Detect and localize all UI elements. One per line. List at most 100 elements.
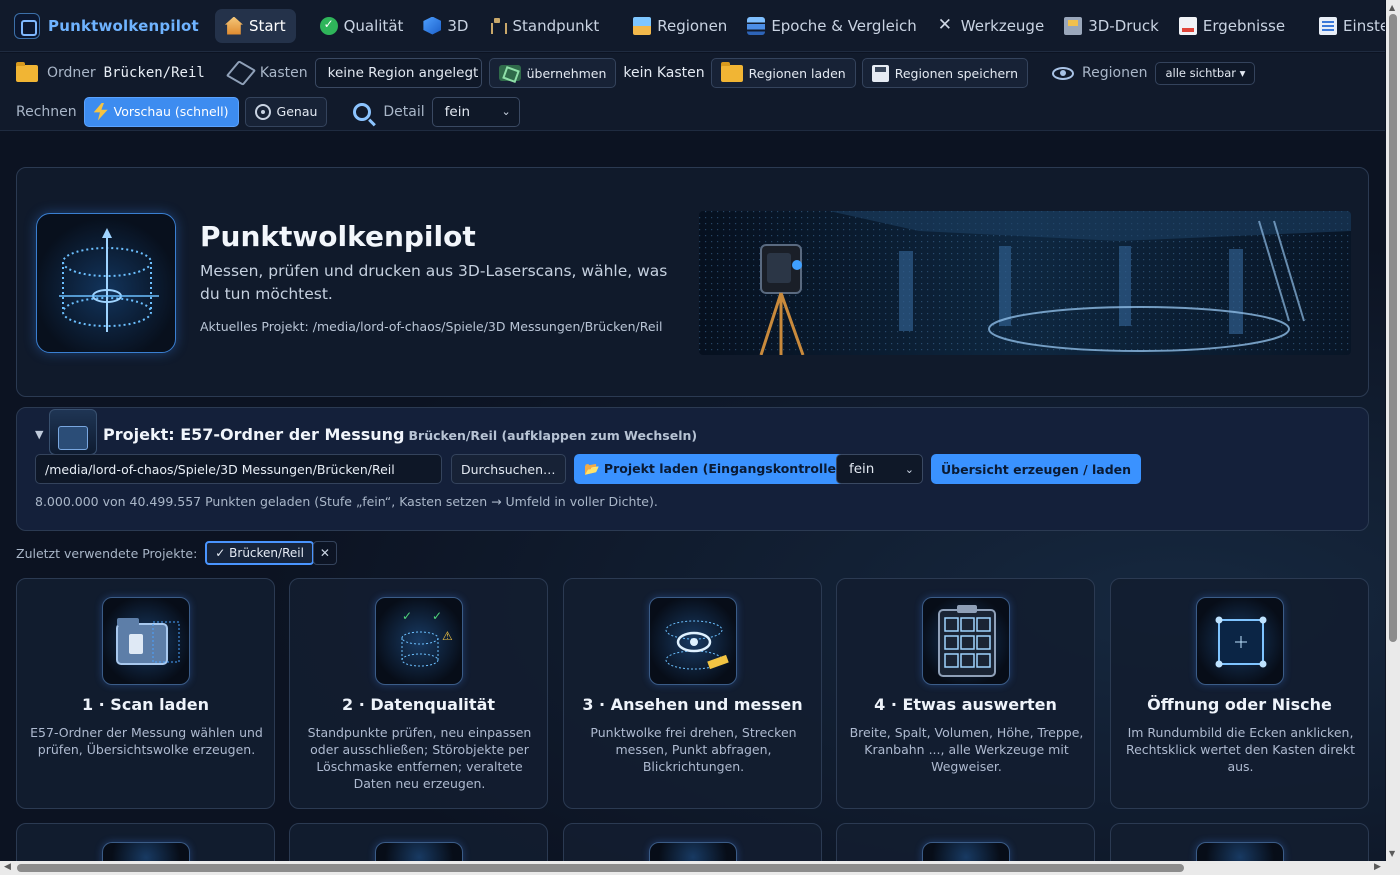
nav-start[interactable]: Start [214, 8, 296, 43]
folder-icon [16, 61, 38, 82]
uebernehmen-label: übernehmen [526, 65, 607, 81]
laser-scanner-hall-illustration [699, 211, 1351, 355]
card-text: E57-Ordner der Messung wählen und prüfen… [30, 725, 263, 757]
visibility-select[interactable]: alle sichtbar ▾ [1155, 61, 1256, 85]
eye-icon [1052, 66, 1075, 80]
layers-icon [747, 16, 766, 35]
remove-recent-icon[interactable]: ✕ [312, 541, 337, 565]
browse-button[interactable]: Durchsuchen… [451, 454, 566, 484]
card-auswerten[interactable]: 4 · Etwas auswerten Breite, Spalt, Volum… [836, 578, 1095, 809]
card-datenqualitaet[interactable]: ✓ ✓ ⚠ 2 · Datenqualität Standpunkte prüf… [289, 578, 548, 809]
project-subtitle: Brücken/Reil (aufklappen zum Wechseln) [408, 428, 698, 443]
recent-project-chip[interactable]: ✓ Brücken/Reil [205, 541, 314, 565]
nav-label: Einstellungen [1343, 16, 1385, 35]
vertical-scrollbar[interactable]: ▲ ▼ [1386, 0, 1400, 861]
opening-icon [1196, 597, 1284, 685]
nav-label: Qualität [343, 16, 404, 35]
nav-3d-druck[interactable]: 3D-Druck [1054, 9, 1169, 43]
nav-label: Start [248, 16, 286, 35]
load-project-button[interactable]: 📂 Projekt laden (Eingangskontrolle) [574, 454, 852, 484]
card-icon [102, 842, 190, 861]
card-text: Im Rundumbild die Ecken anklicken, Recht… [1125, 725, 1356, 774]
ordner-value: Brücken/Reil [103, 65, 205, 81]
detail-label: Detail [383, 103, 425, 120]
hero-panel: Punktwolkenpilot Messen, prüfen und druc… [16, 167, 1369, 397]
horizontal-scroll-thumb[interactable] [17, 864, 1184, 872]
project-panel-header[interactable]: Projekt: E57-Ordner der Messung Brücken/R… [103, 425, 697, 444]
quality-icon: ✓ ✓ ⚠ [375, 597, 463, 685]
uebernehmen-button[interactable]: übernehmen [488, 58, 617, 88]
svg-text:✓: ✓ [432, 609, 442, 623]
nav-epoche-vergleich[interactable]: Epoche & Vergleich [737, 9, 926, 43]
card-row2[interactable] [16, 823, 275, 861]
nav-werkzeuge[interactable]: Werkzeuge [927, 9, 1054, 43]
overview-label: Übersicht erzeugen / laden [941, 461, 1132, 477]
genau-button[interactable]: Genau [244, 96, 328, 127]
card-text: Standpunkte prüfen, neu einpassen oder a… [307, 725, 532, 791]
regionen-speichern-label: Regionen speichern [894, 65, 1019, 81]
card-icon [922, 842, 1010, 861]
card-row2[interactable] [289, 823, 548, 861]
lightning-icon [93, 102, 108, 121]
card-text: Punktwolke frei drehen, Strecken messen,… [590, 725, 797, 774]
nav-label: Werkzeuge [960, 16, 1045, 35]
scroll-right-icon[interactable]: ▶ [1374, 862, 1381, 872]
level-select[interactable]: fein ⌄ [836, 454, 923, 484]
nav-ergebnisse[interactable]: Ergebnisse [1169, 9, 1295, 43]
box-icon [225, 60, 257, 86]
card-title: 3 · Ansehen und messen [582, 695, 803, 714]
nav-3d[interactable]: 3D [413, 9, 478, 43]
target-icon [254, 103, 271, 120]
region-select-value: keine Region angelegt [327, 65, 479, 81]
scroll-up-icon[interactable]: ▲ [1389, 3, 1395, 12]
browse-label: Durchsuchen… [461, 461, 556, 477]
regionen-speichern-button[interactable]: Regionen speichern [861, 58, 1029, 88]
nav-standpunkt[interactable]: Standpunkt [478, 9, 609, 43]
detail-select-value: fein [444, 103, 471, 120]
level-select-value: fein [849, 461, 875, 477]
visibility-select-value: alle sichtbar ▾ [1165, 66, 1246, 80]
project-panel: ▼ Projekt: E57-Ordner der Messung Brücken… [16, 407, 1369, 531]
card-icon [1196, 842, 1284, 861]
regionen-laden-button[interactable]: Regionen laden [710, 58, 856, 88]
region-select[interactable]: keine Region angelegt ⌄ [314, 58, 500, 88]
nav-einstellungen[interactable]: Einstellungen [1309, 9, 1385, 43]
detail-select[interactable]: fein ⌄ [431, 96, 520, 127]
horizontal-scrollbar[interactable]: ◀ ▶ [0, 861, 1400, 875]
card-scan-laden[interactable]: 1 · Scan laden E57-Ordner der Messung wä… [16, 578, 275, 809]
save-icon [871, 64, 889, 82]
recent-projects: Zuletzt verwendete Projekte: ✓ Brücken/R… [16, 541, 337, 565]
nav-label: 3D [447, 16, 469, 35]
rechnen-label: Rechnen [16, 103, 77, 120]
card-icon [649, 842, 737, 861]
document-icon [1178, 16, 1197, 35]
current-project-path: Aktuelles Projekt: /media/lord-of-chaos/… [200, 319, 663, 334]
cube-icon [423, 16, 442, 35]
card-text: Breite, Spalt, Volumen, Höhe, Treppe, Kr… [849, 725, 1084, 774]
project-path-input[interactable]: /media/lord-of-chaos/Spiele/3D Messungen… [35, 454, 442, 484]
card-ansehen-messen[interactable]: 3 · Ansehen und messen Punktwolke frei d… [563, 578, 822, 809]
scroll-down-icon[interactable]: ▼ [1389, 849, 1395, 858]
scroll-left-icon[interactable]: ◀ [4, 862, 11, 872]
nav-regionen[interactable]: Regionen [623, 9, 737, 43]
collapse-caret-icon[interactable]: ▼ [35, 428, 43, 441]
card-row2[interactable] [836, 823, 1095, 861]
kasten-label: Kasten [259, 65, 308, 81]
folder-icon [720, 61, 743, 82]
vorschau-button[interactable]: Vorschau (schnell) [83, 96, 239, 127]
card-oeffnung-nische[interactable]: Öffnung oder Nische Im Rundumbild die Ec… [1110, 578, 1369, 809]
regions-icon [633, 16, 652, 35]
vertical-scroll-thumb[interactable] [1389, 14, 1397, 642]
check-circle-icon [319, 16, 338, 35]
brand[interactable]: Punktwolkenpilot [14, 12, 199, 39]
main-content: Punktwolkenpilot Messen, prüfen und druc… [0, 132, 1385, 861]
overview-button[interactable]: Übersicht erzeugen / laden [931, 454, 1142, 484]
card-row2[interactable] [563, 823, 822, 861]
card-title: 2 · Datenqualität [341, 695, 496, 714]
app-name: Punktwolkenpilot [48, 16, 199, 35]
top-nav: Punktwolkenpilot Start Qualität 3D Stand… [0, 0, 1385, 52]
card-row2[interactable] [1110, 823, 1369, 861]
genau-label: Genau [276, 104, 318, 119]
hero-title: Punktwolkenpilot [200, 220, 476, 253]
nav-qualitaet[interactable]: Qualität [310, 9, 414, 43]
